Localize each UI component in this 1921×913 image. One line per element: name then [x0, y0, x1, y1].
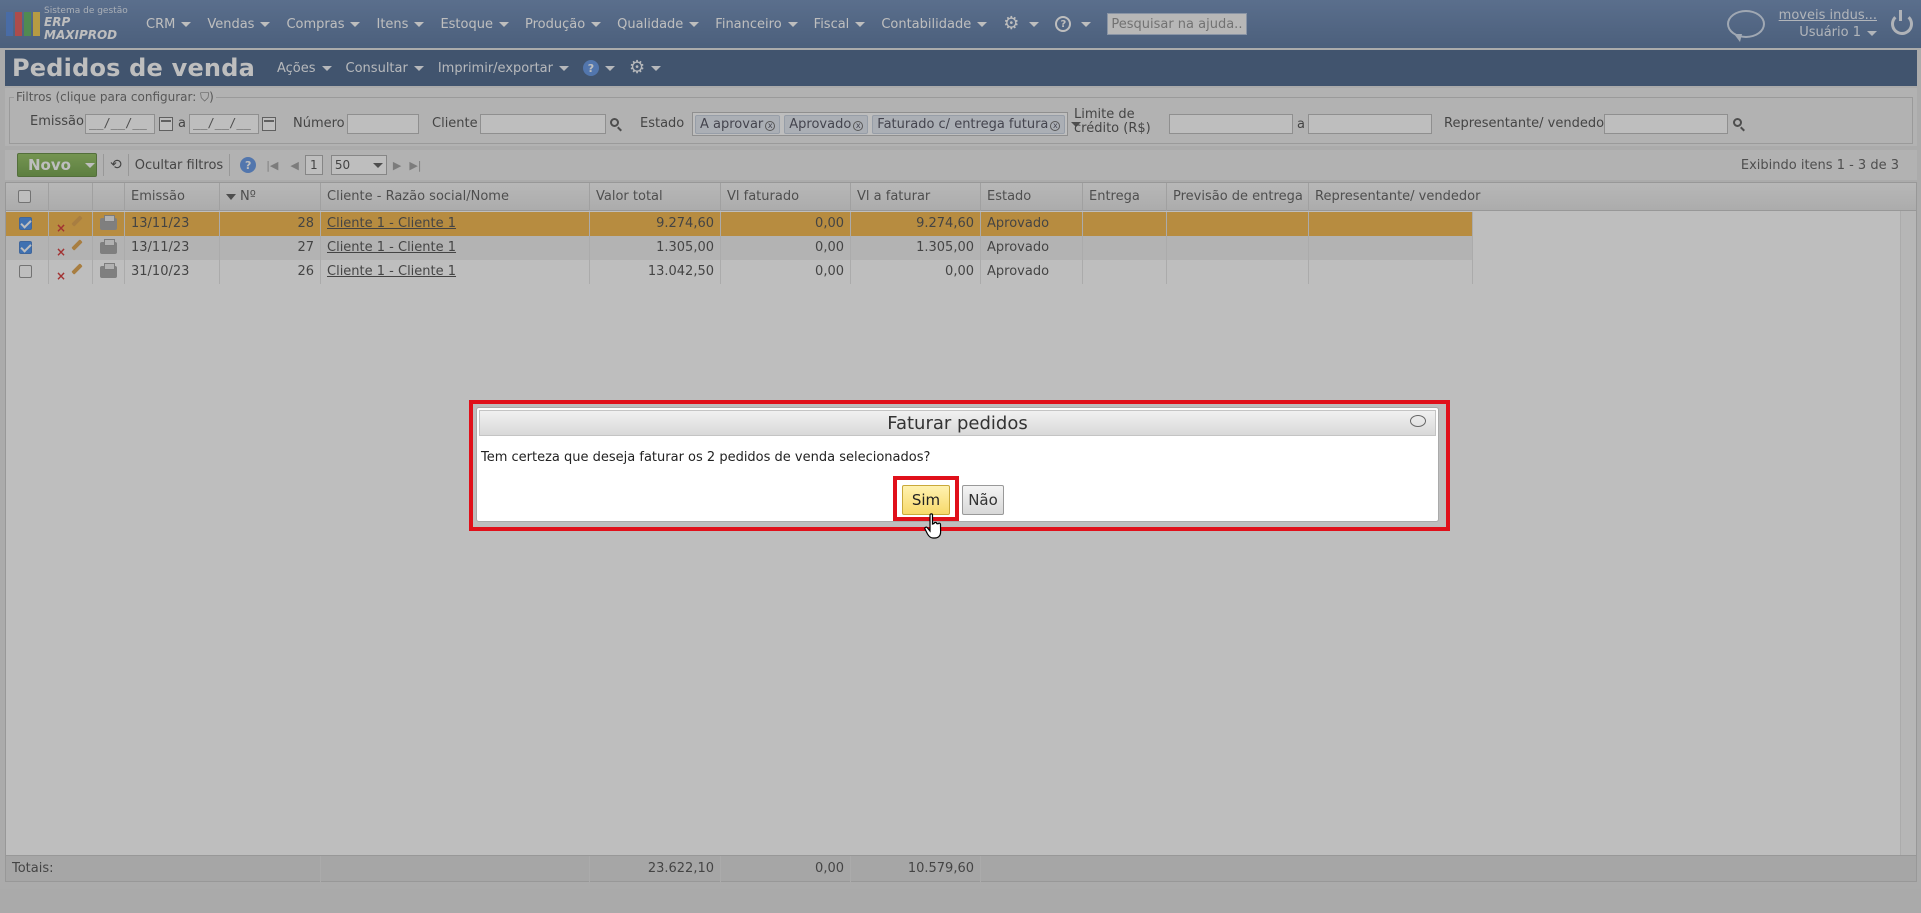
- dialog-title: Faturar pedidos: [479, 410, 1436, 436]
- nao-button[interactable]: Não: [962, 485, 1004, 515]
- dialog-message: Tem certeza que deseja faturar os 2 pedi…: [481, 450, 931, 465]
- sim-button[interactable]: Sim: [902, 485, 950, 515]
- hand-cursor-icon: [924, 513, 942, 539]
- chat-icon[interactable]: [1410, 415, 1426, 427]
